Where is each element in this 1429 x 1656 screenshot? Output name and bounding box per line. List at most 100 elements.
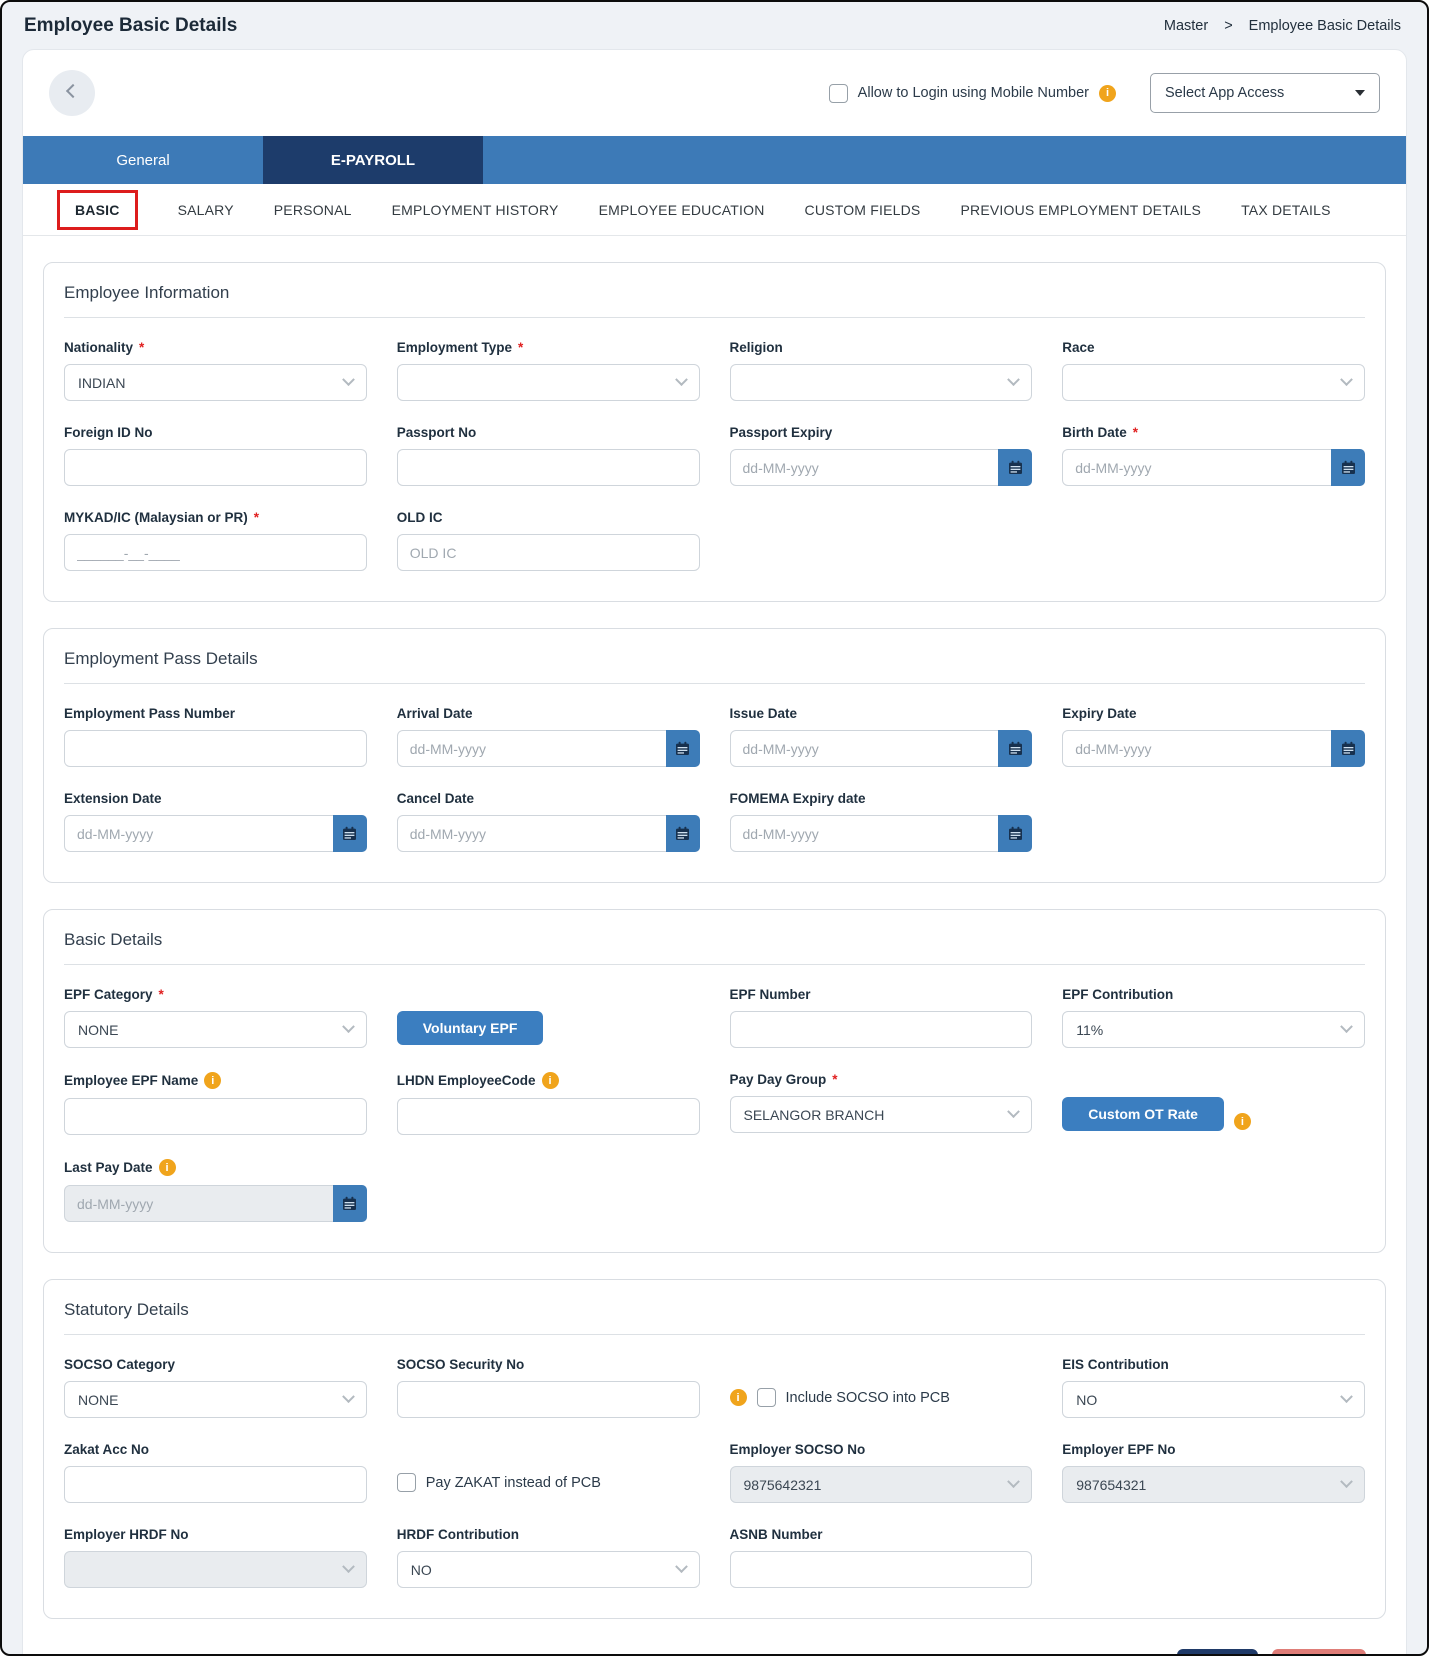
field-label: EPF Number bbox=[729, 987, 811, 1002]
extension-date-field: Extension Date bbox=[64, 791, 367, 852]
birth-date-input[interactable] bbox=[1062, 449, 1365, 486]
field-label: EIS Contribution bbox=[1062, 1357, 1169, 1372]
cancel-date-input[interactable] bbox=[396, 815, 700, 852]
nationality-select[interactable]: INDIAN bbox=[64, 364, 367, 401]
pay-day-group-field: Pay Day Group * SELANGOR BRANCH bbox=[729, 1072, 1033, 1135]
employment-type-field: Employment Type * bbox=[396, 340, 700, 401]
cancel-button[interactable]: Cancel bbox=[1272, 1649, 1366, 1654]
breadcrumb-separator: > bbox=[1224, 18, 1233, 34]
fomema-expiry-input[interactable] bbox=[729, 815, 1033, 852]
allow-login-checkbox[interactable] bbox=[828, 83, 848, 103]
include-socso-pcb-checkbox[interactable] bbox=[756, 1388, 776, 1407]
required-asterisk: * bbox=[158, 987, 164, 1002]
chevron-left-icon bbox=[65, 83, 81, 99]
passport-no-input[interactable] bbox=[396, 449, 700, 486]
voluntary-epf-button[interactable]: Voluntary EPF bbox=[396, 1010, 544, 1045]
subtab-basic[interactable]: BASIC bbox=[57, 189, 138, 230]
calendar-icon bbox=[676, 826, 689, 840]
employee-epf-name-input[interactable] bbox=[64, 1098, 367, 1135]
voluntary-epf-cell: Voluntary EPF bbox=[396, 987, 700, 1048]
page-header: Employee Basic Details Master > Employee… bbox=[2, 2, 1427, 47]
save-button[interactable]: Save bbox=[1177, 1649, 1259, 1654]
employer-hrdf-no-select bbox=[64, 1551, 367, 1588]
checkbox-label: Include SOCSO into PCB bbox=[785, 1389, 950, 1406]
calendar-button[interactable] bbox=[1331, 730, 1365, 767]
field-label: OLD IC bbox=[396, 510, 443, 525]
field-label: Issue Date bbox=[729, 706, 798, 721]
socso-security-no-field: SOCSO Security No bbox=[396, 1357, 700, 1418]
calendar-button[interactable] bbox=[665, 730, 700, 767]
subtab-previous-employment-details[interactable]: PREVIOUS EMPLOYMENT DETAILS bbox=[960, 202, 1201, 218]
zakat-acc-no-input[interactable] bbox=[64, 1466, 367, 1503]
employment-pass-number-input[interactable] bbox=[64, 730, 367, 767]
arrival-date-input[interactable] bbox=[396, 730, 700, 767]
field-label: Foreign ID No bbox=[64, 425, 153, 440]
field-label: Pay Day Group bbox=[729, 1072, 827, 1087]
custom-ot-rate-button[interactable]: Custom OT Rate bbox=[1062, 1097, 1224, 1131]
eis-contribution-field: EIS Contribution NO bbox=[1062, 1357, 1365, 1418]
chevron-down-icon bbox=[341, 373, 355, 387]
pay-zakat-row: Pay ZAKAT instead of PCB bbox=[396, 1464, 700, 1501]
calendar-button[interactable] bbox=[1331, 449, 1365, 486]
mykad-input[interactable] bbox=[64, 534, 367, 571]
calendar-icon bbox=[676, 741, 689, 755]
extension-date-input[interactable] bbox=[64, 815, 367, 852]
tab-epayroll[interactable]: E-PAYROLL bbox=[263, 136, 483, 184]
epf-contribution-select[interactable]: 11% bbox=[1062, 1011, 1365, 1048]
subtab-employment-history[interactable]: EMPLOYMENT HISTORY bbox=[392, 202, 559, 218]
subtab-bar: BASIC SALARY PERSONAL EMPLOYMENT HISTORY… bbox=[23, 184, 1406, 236]
old-ic-field: OLD IC bbox=[396, 510, 700, 571]
hrdf-contribution-select[interactable]: NO bbox=[396, 1551, 700, 1588]
foreign-id-input[interactable] bbox=[64, 449, 367, 486]
epf-number-input[interactable] bbox=[729, 1011, 1033, 1048]
religion-select[interactable] bbox=[729, 364, 1033, 401]
top-toolbar: Allow to Login using Mobile Number Selec… bbox=[23, 50, 1406, 136]
asnb-number-input[interactable] bbox=[729, 1551, 1033, 1588]
socso-security-no-input[interactable] bbox=[396, 1381, 700, 1418]
epf-category-select[interactable]: NONE bbox=[64, 1011, 367, 1048]
app-access-value: Select App Access bbox=[1165, 85, 1285, 101]
expiry-date-input[interactable] bbox=[1062, 730, 1365, 767]
field-label: ASNB Number bbox=[729, 1527, 823, 1542]
birth-date-field: Birth Date * bbox=[1062, 425, 1365, 486]
calendar-button[interactable] bbox=[998, 730, 1033, 767]
form-footer: Fields marked with * are mandatory Save … bbox=[63, 1649, 1366, 1654]
issue-date-input[interactable] bbox=[729, 730, 1033, 767]
old-ic-input[interactable] bbox=[396, 534, 700, 571]
field-label: Race bbox=[1062, 340, 1095, 355]
religion-field: Religion bbox=[729, 340, 1033, 401]
zakat-acc-no-field: Zakat Acc No bbox=[64, 1442, 367, 1503]
calendar-button[interactable] bbox=[332, 1185, 367, 1222]
calendar-button[interactable] bbox=[665, 815, 700, 852]
app-access-select[interactable]: Select App Access bbox=[1150, 73, 1380, 113]
calendar-button[interactable] bbox=[332, 815, 367, 852]
info-icon bbox=[1099, 84, 1116, 102]
passport-expiry-input[interactable] bbox=[729, 449, 1033, 486]
breadcrumb-parent[interactable]: Master bbox=[1164, 18, 1208, 34]
field-label: HRDF Contribution bbox=[396, 1527, 519, 1542]
field-label: Employer SOCSO No bbox=[729, 1442, 866, 1457]
field-label: Employment Pass Number bbox=[64, 706, 236, 721]
race-select[interactable] bbox=[1062, 364, 1365, 401]
subtab-custom-fields[interactable]: CUSTOM FIELDS bbox=[805, 202, 921, 218]
calendar-button[interactable] bbox=[998, 815, 1033, 852]
pay-zakat-checkbox[interactable] bbox=[396, 1473, 416, 1492]
eis-contribution-select[interactable]: NO bbox=[1062, 1381, 1365, 1418]
subtab-salary[interactable]: SALARY bbox=[178, 202, 234, 218]
socso-category-select[interactable]: NONE bbox=[64, 1381, 367, 1418]
subtab-personal[interactable]: PERSONAL bbox=[274, 202, 352, 218]
section-title: Employment Pass Details bbox=[64, 649, 1365, 684]
subtab-employee-education[interactable]: EMPLOYEE EDUCATION bbox=[599, 202, 765, 218]
pay-day-group-select[interactable]: SELANGOR BRANCH bbox=[729, 1096, 1033, 1133]
employment-type-select[interactable] bbox=[396, 364, 700, 401]
subtab-tax-details[interactable]: TAX DETAILS bbox=[1241, 202, 1331, 218]
mykad-field: MYKAD/IC (Malaysian or PR) * bbox=[64, 510, 367, 571]
field-label: Employer HRDF No bbox=[64, 1527, 189, 1542]
back-button[interactable] bbox=[49, 70, 95, 116]
lhdn-employee-code-input[interactable] bbox=[396, 1098, 700, 1135]
tab-general[interactable]: General bbox=[23, 136, 263, 184]
field-label: Employment Type bbox=[396, 340, 513, 355]
calendar-button[interactable] bbox=[998, 449, 1033, 486]
cancel-date-field: Cancel Date bbox=[396, 791, 700, 852]
foreign-id-field: Foreign ID No bbox=[64, 425, 367, 486]
